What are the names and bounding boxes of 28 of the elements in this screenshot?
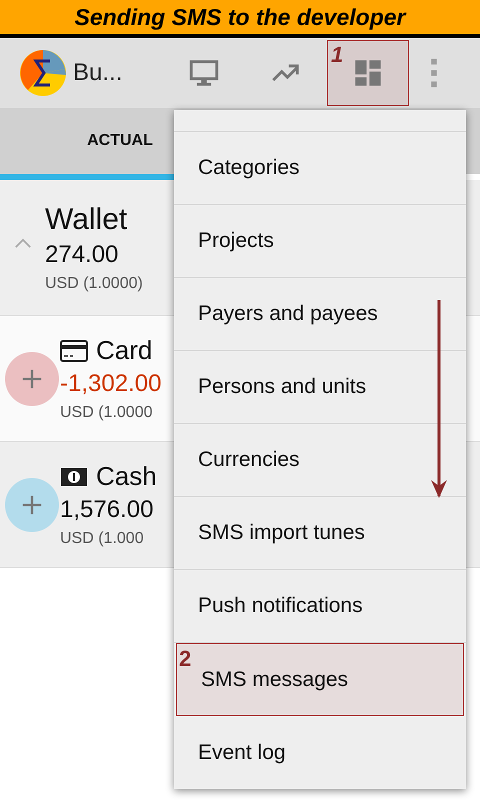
plus-icon xyxy=(21,368,43,390)
menu-item[interactable]: SMS import tunes xyxy=(174,497,466,570)
currency-rate: USD (1.0000) xyxy=(45,274,143,292)
logo-icon xyxy=(19,49,67,97)
banner-title: Sending SMS to the developer xyxy=(74,4,406,30)
account-balance: 1,576.00 xyxy=(60,496,154,524)
account-balance: -1,302.00 xyxy=(60,370,162,398)
currency-rate: USD (1.000 xyxy=(60,530,145,548)
card-icon xyxy=(60,340,88,362)
account-name: Cash xyxy=(96,461,157,492)
menu-item[interactable]: Payers and payees xyxy=(174,278,466,351)
menu-item[interactable]: 2 SMS messages xyxy=(176,643,464,716)
app-title: Bu... xyxy=(73,59,124,87)
menu-item[interactable]: Persons and units xyxy=(174,351,466,424)
menu-item[interactable]: Categories xyxy=(174,132,466,205)
plus-icon xyxy=(21,494,43,516)
account-name: Card xyxy=(96,335,152,366)
currency-rate: USD (1.0000 xyxy=(60,404,154,422)
add-button[interactable] xyxy=(5,352,59,406)
account-name: Wallet xyxy=(45,202,128,236)
account-balance: 274.00 xyxy=(45,240,120,268)
step-number: 1 xyxy=(331,44,344,66)
step-number: 2 xyxy=(179,648,192,670)
add-button[interactable] xyxy=(5,478,59,532)
menu-item[interactable]: Event log xyxy=(174,716,466,789)
collapse-icon[interactable] xyxy=(14,238,32,249)
menu-item[interactable]: Projects xyxy=(174,205,466,278)
cash-icon xyxy=(60,466,88,488)
